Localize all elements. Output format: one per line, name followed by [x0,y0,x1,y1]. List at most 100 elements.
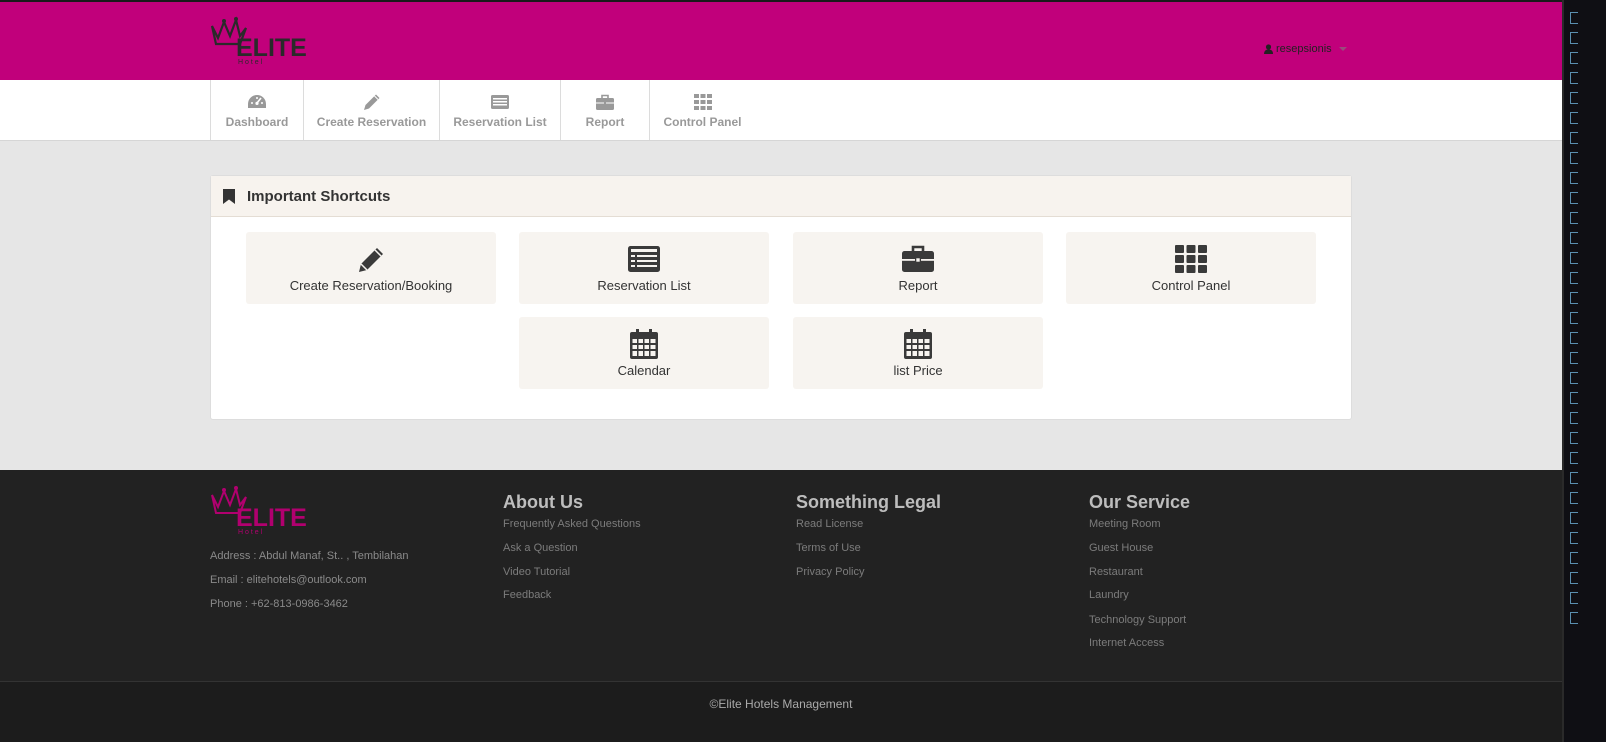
shortcuts-panel: Important Shortcuts Create Reservation/B… [210,175,1352,420]
edge-bracket-mark [1570,412,1578,424]
briefcase-icon [902,245,934,272]
footer-link-restaurant[interactable]: Restaurant [1089,566,1143,578]
edge-bracket-mark [1570,232,1578,244]
footer-link-ask-question[interactable]: Ask a Question [503,542,578,554]
edge-bracket-mark [1570,432,1578,444]
svg-text:H o t e l: H o t e l [238,529,263,536]
edge-bracket-mark [1570,472,1578,484]
nav-label: Report [585,114,625,129]
edge-bracket-mark [1570,592,1578,604]
edge-bracket-mark [1570,312,1578,324]
briefcase-icon [596,94,614,110]
edge-bracket-mark [1570,32,1578,44]
nav-item-report[interactable]: Report [560,80,649,140]
copyright-bar: ©Elite Hotels Management [0,681,1562,742]
svg-text:ELITE: ELITE [236,34,307,62]
grid-icon [1175,244,1207,273]
user-name: resepsionis [1276,43,1332,55]
panel-title: Important Shortcuts [247,187,391,205]
footer-col-title-service: Our Service [1089,492,1191,512]
edge-bracket-mark [1570,172,1578,184]
shortcut-label: Control Panel [1151,277,1231,293]
calendar-icon [630,328,658,359]
panel-heading: Important Shortcuts [211,176,1351,217]
calendar-icon [904,328,932,359]
main-nav: Dashboard Create Reservation Reservation… [0,80,1562,141]
user-dropdown[interactable]: resepsionis [1264,43,1347,55]
edge-bracket-mark [1570,452,1578,464]
footer-phone: Phone : +62-813-0986-3462 [210,598,348,610]
user-icon [1264,44,1273,54]
edge-bracket-mark [1570,12,1578,24]
edge-bracket-mark [1570,72,1578,84]
edge-bracket-mark [1570,492,1578,504]
list-icon [491,94,509,109]
footer-link-feedback[interactable]: Feedback [503,589,551,601]
footer-link-internet-access[interactable]: Internet Access [1089,637,1164,649]
shortcut-label: list Price [893,362,943,378]
edge-bracket-mark [1570,112,1578,124]
adjacent-window-edge [1562,0,1606,742]
grid-icon [693,93,712,110]
edge-bracket-mark [1570,572,1578,584]
nav-item-reservation-list[interactable]: Reservation List [439,80,560,140]
nav-label: Reservation List [453,114,547,129]
shortcut-label: Report [898,277,938,293]
footer-link-faq[interactable]: Frequently Asked Questions [503,518,641,530]
shortcut-reservation-list[interactable]: Reservation List [519,232,769,304]
footer-link-meeting-room[interactable]: Meeting Room [1089,518,1161,530]
nav-label: Control Panel [663,114,742,129]
shortcut-calendar[interactable]: Calendar [519,317,769,389]
edge-bracket-mark [1570,192,1578,204]
edge-bracket-mark [1570,392,1578,404]
footer-address: Address : Abdul Manaf, St.. , Tembilahan [210,550,409,562]
shortcut-list-price[interactable]: list Price [793,317,1043,389]
edge-bracket-mark [1570,132,1578,144]
footer: ELITE H o t e l Address : Abdul Manaf, S… [0,470,1562,681]
edge-bracket-mark [1570,52,1578,64]
copyright-text: ©Elite Hotels Management [709,697,853,711]
edge-bracket-mark [1570,92,1578,104]
footer-link-privacy[interactable]: Privacy Policy [796,566,864,578]
edge-bracket-mark [1570,272,1578,284]
bookmark-icon [223,188,235,204]
shortcut-control-panel[interactable]: Control Panel [1066,232,1316,304]
nav-item-create-reservation[interactable]: Create Reservation [303,80,439,140]
nav-label: Dashboard [225,114,289,129]
nav-item-dashboard[interactable]: Dashboard [210,80,303,140]
edge-bracket-mark [1570,512,1578,524]
shortcut-report[interactable]: Report [793,232,1043,304]
nav-item-control-panel[interactable]: Control Panel [649,80,755,140]
edge-bracket-mark [1570,552,1578,564]
edge-bracket-mark [1570,372,1578,384]
footer-logo[interactable]: ELITE H o t e l [210,485,320,537]
edge-bracket-mark [1570,532,1578,544]
shortcut-label: Calendar [617,362,671,378]
footer-link-video-tutorial[interactable]: Video Tutorial [503,566,570,578]
edge-bracket-mark [1570,352,1578,364]
edge-bracket-mark [1570,292,1578,304]
edge-bracket-mark [1570,612,1578,624]
list-icon [628,245,660,272]
footer-link-terms[interactable]: Terms of Use [796,542,861,554]
svg-text:ELITE: ELITE [236,504,307,532]
edge-bracket-mark [1570,152,1578,164]
footer-link-laundry[interactable]: Laundry [1089,589,1129,601]
footer-email: Email : elitehotels@outlook.com [210,574,367,586]
edge-bracket-mark [1570,332,1578,344]
footer-link-guest-house[interactable]: Guest House [1089,542,1153,554]
edge-bracket-mark [1570,252,1578,264]
shortcut-label: Reservation List [597,277,691,293]
svg-text:H o t e l: H o t e l [238,59,263,66]
shortcut-create-reservation[interactable]: Create Reservation/Booking [246,232,496,304]
nav-label: Create Reservation [316,114,427,129]
edge-bracket-mark [1570,212,1578,224]
shortcut-label: Create Reservation/Booking [289,277,453,293]
footer-link-read-license[interactable]: Read License [796,518,863,530]
elite-hotel-logo[interactable]: ELITE H o t e l [210,16,320,66]
footer-link-tech-support[interactable]: Technology Support [1089,614,1186,626]
top-header-bar: ELITE H o t e l resepsionis [0,0,1562,80]
caret-down-icon [1338,47,1347,51]
footer-col-title-legal: Something Legal [796,492,942,512]
dashboard-icon [248,94,266,108]
